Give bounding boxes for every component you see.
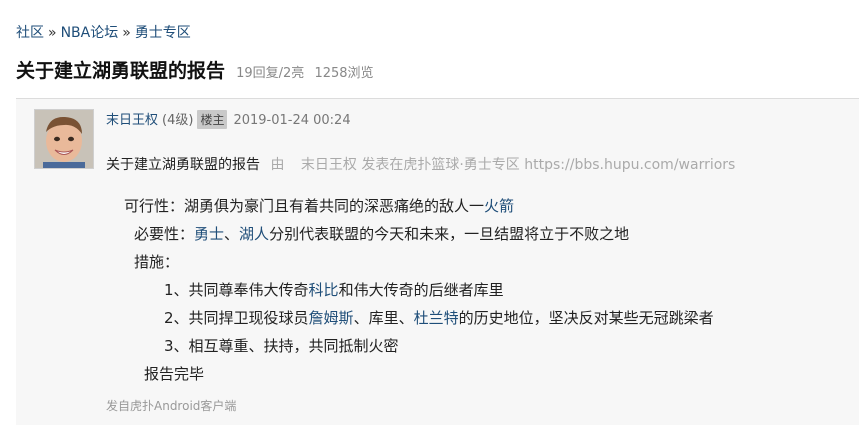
text: 2、共同捍卫现役球员 [164,309,309,327]
body-line: 必要性：勇士、湖人分别代表联盟的今天和未来，一旦结盟将立于不败之地 [134,223,629,244]
client-source: 发自虎扑Android客户端 [106,399,237,413]
breadcrumb-warriors-zone[interactable]: 勇士专区 [135,25,191,41]
text: 分别代表联盟的今天和未来，一旦结盟将立于不败之地 [269,225,630,243]
post-subject: 关于建立湖勇联盟的报告 [106,157,260,173]
text: 报告完毕 [144,365,205,383]
body-line: 措施： [134,251,179,272]
source-text: 发表在虎扑篮球·勇士专区 [361,157,520,173]
body-line: 1、共同尊奉伟大传奇科比和伟大传奇的后继者库里 [164,279,504,300]
link-kobe[interactable]: 科比 [309,281,339,299]
post-subject-row: 关于建立湖勇联盟的报告 由 末日王权 发表在虎扑篮球·勇士专区 https://… [106,154,735,174]
post: 末日王权 (4级) 楼主 2019-01-24 00:24 关于建立湖勇联盟的报告 由… [16,98,859,425]
reply-count: 19回复 [236,66,279,81]
text: 可行性：湖勇俱为豪门且有着共同的深恶痛绝的敌人 [124,197,470,215]
author-name[interactable]: 末日王权 [106,113,158,128]
text: 的历史地位，坚决反对某些无冠跳梁者 [458,309,714,327]
breadcrumb-community[interactable]: 社区 [16,25,44,41]
light-count: /2亮 [278,66,305,81]
source-prefix: 由 [270,157,285,173]
avatar[interactable] [34,109,94,169]
link-rockets[interactable]: 火箭 [484,197,514,215]
text: 措施： [134,253,180,271]
body-line: 可行性：湖勇俱为豪门且有着共同的深恶痛绝的敌人一火箭 [124,195,514,216]
text: 、库里、 [353,309,414,327]
breadcrumb-nba-forum[interactable]: NBA论坛 [61,25,119,41]
text: 必要性： [134,225,195,243]
body-line: 报告完毕 [144,363,204,384]
breadcrumb-separator: » [48,25,57,41]
link-warriors[interactable]: 勇士 [194,225,224,243]
link-lakers[interactable]: 湖人 [239,225,269,243]
body-line: 3、相互尊重、扶持，共同抵制火密 [164,335,399,356]
post-time: 2019-01-24 00:24 [233,113,351,128]
text: 1、共同尊奉伟大传奇 [164,281,309,299]
page-title: 关于建立湖勇联盟的报告 [16,60,226,82]
post-author-row: 末日王权 (4级) 楼主 2019-01-24 00:24 [106,109,351,129]
owner-badge: 楼主 [197,110,228,129]
breadcrumb: 社区» NBA论坛» 勇士专区 [16,22,191,42]
link-james[interactable]: 詹姆斯 [309,309,354,327]
breadcrumb-separator: » [122,25,131,41]
text: 3、相互尊重、扶持，共同抵制火密 [164,337,399,355]
avatar-image [35,110,93,168]
source-url: https://bbs.hupu.com/warriors [524,157,736,173]
text: 和伟大传奇的后继者库里 [338,281,504,299]
link-durant[interactable]: 杜兰特 [414,309,459,327]
author-level: (4级) [162,113,194,128]
text: 、 [224,225,240,243]
view-count: 1258浏览 [314,66,374,81]
body-line: 2、共同捍卫现役球员詹姆斯、库里、杜兰特的历史地位，坚决反对某些无冠跳梁者 [164,307,714,328]
thread-header: 关于建立湖勇联盟的报告 19回复/2亮 1258浏览 [16,56,380,83]
source-author: 末日王权 [300,157,357,173]
thread-stats: 19回复/2亮 1258浏览 [236,66,379,81]
text: 一 [469,197,485,215]
